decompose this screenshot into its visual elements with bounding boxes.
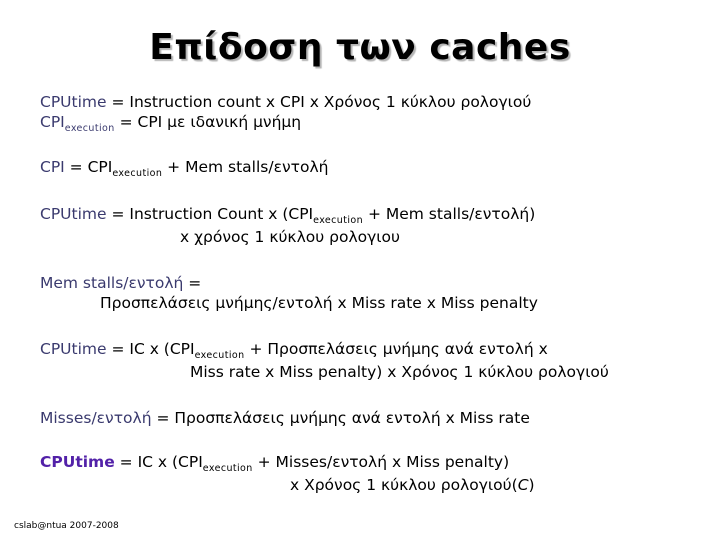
equation-lhs: Misses/εντολή [40, 409, 152, 427]
equation-rhs: Instruction count x CPI x Χρόνος 1 κύκλο… [129, 93, 532, 111]
equation-lhs: CPUtime [40, 340, 107, 358]
page-title: Επίδοση των caches [149, 27, 571, 68]
equation-rhs-pre: IC x (CPI [129, 340, 195, 358]
equation-rhs-post: + Misses/εντολή x Miss penalty) [252, 453, 510, 471]
equation-rhs-post: + Προσπελάσεις μνήμης ανά εντολή x [244, 340, 548, 358]
equation-rhs-pre: Instruction Count x (CPI [129, 205, 314, 223]
equation-cpu-time-ic-line2: Miss rate x Miss penalty) x Χρόνος 1 κύκ… [190, 363, 609, 381]
equation-cpu-time-ic: CPUtime = IC x (CPIexecution + Προσπελάσ… [40, 339, 700, 362]
equation-rhs-post: + Mem stalls/εντολή) [363, 205, 536, 223]
equation-lhs: CPUtime [40, 93, 107, 111]
equation-cpu-time-expanded: CPUtime = Instruction Count x (CPIexecut… [40, 204, 700, 227]
equation-operator: = [106, 205, 130, 223]
equation-group-1: CPUtime = Instruction count x CPI x Χρόν… [40, 92, 700, 135]
slide-canvas: Επίδοση των caches CPUtime = Instruction… [0, 0, 720, 540]
equation-final-line2-post: ) [528, 476, 535, 494]
equation-group-6: Misses/εντολή = Προσπελάσεις μνήμης ανά … [40, 408, 700, 428]
equation-lhs: CPI [40, 113, 65, 131]
equation-lhs: CPI [40, 158, 65, 176]
equation-operator: = [183, 274, 202, 292]
equation-group-5: CPUtime = IC x (CPIexecution + Προσπελάσ… [40, 339, 700, 382]
equation-rhs-post: + Mem stalls/εντολή [162, 158, 329, 176]
equation-operator: = [106, 93, 130, 111]
equation-operator: = [114, 453, 138, 471]
equation-lhs: Mem stalls/εντολή [40, 274, 184, 292]
equation-lhs: CPUtime [40, 453, 115, 471]
equation-final-line2-pre: x Χρόνος 1 κύκλου ρολογιού( [290, 476, 518, 494]
equation-lhs: CPUtime [40, 205, 107, 223]
equation-cpi-total: CPI = CPIexecution + Mem stalls/εντολή [40, 157, 700, 180]
equation-operator: = [151, 409, 175, 427]
equation-cpu-time-final-line2: x Χρόνος 1 κύκλου ρολογιού(C) [40, 475, 700, 495]
equation-final-variable-c: C [517, 476, 529, 494]
equation-misses-per-instruction: Misses/εντολή = Προσπελάσεις μνήμης ανά … [40, 408, 700, 428]
equation-operator: = [64, 158, 88, 176]
equation-rhs-subscript: execution [202, 463, 253, 474]
equation-cpu-time-final: CPUtime = IC x (CPIexecution + Misses/εν… [40, 452, 700, 475]
slide-footer: cslab@ntua 2007-2008 [14, 521, 119, 531]
equation-mem-stalls: Mem stalls/εντολή = [40, 273, 700, 293]
equation-group-4: Mem stalls/εντολή = Προσπελάσεις μνήμης/… [40, 273, 700, 313]
equation-rhs-subscript: execution [112, 168, 163, 179]
equation-rhs: Προσπελάσεις μνήμης ανά εντολή x Miss ra… [174, 409, 530, 427]
equation-mem-stalls-line2: Προσπελάσεις μνήμης/εντολή x Miss rate x… [100, 294, 538, 312]
equation-cpi-execution-def: CPIexecution = CPI με ιδανική μνήμη [40, 112, 700, 135]
equation-cpu-time-expanded-line2: x χρόνος 1 κύκλου ρολογιου [180, 228, 400, 246]
equation-list: CPUtime = Instruction count x CPI x Χρόν… [40, 92, 700, 495]
equation-cpu-time-basic: CPUtime = Instruction count x CPI x Χρόν… [40, 92, 700, 112]
equation-operator: = [114, 113, 138, 131]
equation-rhs: CPI με ιδανική μνήμη [137, 113, 302, 131]
equation-lhs-subscript: execution [64, 123, 115, 134]
equation-rhs-pre: CPI [87, 158, 113, 176]
equation-group-7: CPUtime = IC x (CPIexecution + Misses/εν… [40, 452, 700, 495]
equation-group-2: CPI = CPIexecution + Mem stalls/εντολή [40, 157, 700, 180]
equation-rhs-subscript: execution [194, 350, 245, 361]
equation-rhs-subscript: execution [313, 215, 364, 226]
equation-group-3: CPUtime = Instruction Count x (CPIexecut… [40, 204, 700, 247]
equation-rhs-pre: IC x (CPI [137, 453, 203, 471]
equation-operator: = [106, 340, 130, 358]
